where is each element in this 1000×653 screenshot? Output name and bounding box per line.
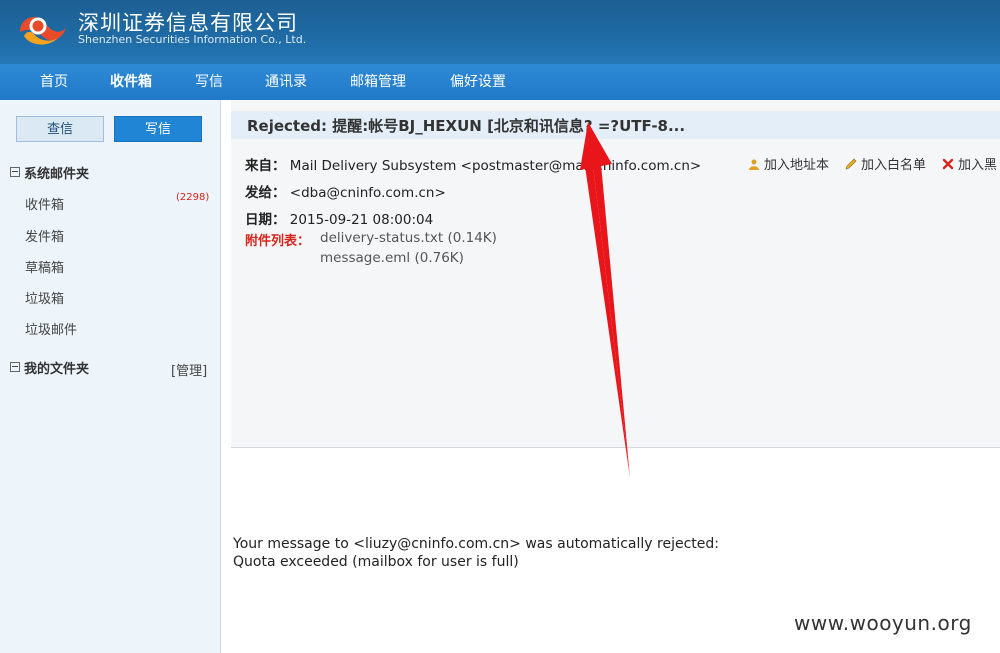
company-name-en: Shenzhen Securities Information Co., Ltd… xyxy=(78,33,307,46)
blacklist-x-icon xyxy=(942,158,954,170)
add-to-address-book-button[interactable]: 加入地址本 xyxy=(748,154,829,173)
sidebar: 查信 写信 系统邮件夹 收件箱 (2298) 发件箱 草稿箱 垃圾箱 垃圾邮件 … xyxy=(0,100,221,653)
from-label: 来自： xyxy=(245,158,286,174)
check-mail-button[interactable]: 查信 xyxy=(16,116,104,142)
folder-outbox[interactable]: 发件箱 xyxy=(25,226,64,245)
folder-trash[interactable]: 垃圾箱 xyxy=(25,288,64,307)
attachment-link[interactable]: delivery-status.txt (0.14K) xyxy=(320,230,497,246)
add-to-blacklist-label: 加入黑 xyxy=(958,158,998,173)
main-nav: 首页 收件箱 写信 通讯录 邮箱管理 偏好设置 xyxy=(0,64,1000,100)
folder-drafts[interactable]: 草稿箱 xyxy=(25,257,64,276)
collapse-icon[interactable] xyxy=(10,167,20,177)
manage-folders-link[interactable]: [管理] xyxy=(171,360,207,379)
my-folder-group[interactable]: 我的文件夹 xyxy=(10,358,89,377)
nav-preferences[interactable]: 偏好设置 xyxy=(450,64,506,100)
nav-contacts[interactable]: 通讯录 xyxy=(265,64,307,100)
date-value: 2015-09-21 08:00:04 xyxy=(289,212,434,228)
collapse-icon[interactable] xyxy=(10,362,20,372)
body-line: Quota exceeded (mailbox for user is full… xyxy=(233,554,519,570)
logo-icon xyxy=(20,17,66,45)
add-to-whitelist-label: 加入白名单 xyxy=(861,158,927,173)
date-row: 日期： 2015-09-21 08:00:04 xyxy=(245,208,433,228)
header-bar: 深圳证券信息有限公司 Shenzhen Securities Informati… xyxy=(0,0,1000,64)
my-folder-label: 我的文件夹 xyxy=(24,362,90,377)
date-label: 日期： xyxy=(245,212,286,228)
system-folder-group[interactable]: 系统邮件夹 xyxy=(10,163,89,182)
folder-spam[interactable]: 垃圾邮件 xyxy=(25,319,77,338)
folder-inbox[interactable]: 收件箱 xyxy=(25,194,64,213)
inbox-count-badge: (2298) xyxy=(176,192,210,203)
add-to-blacklist-button[interactable]: 加入黑 xyxy=(942,154,997,173)
add-to-address-book-label: 加入地址本 xyxy=(764,158,830,173)
nav-compose[interactable]: 写信 xyxy=(195,64,223,100)
mail-body: Your message to <liuzy@cninfo.com.cn> wa… xyxy=(233,535,719,571)
to-row: 发给： <dba@cninfo.com.cn> xyxy=(245,181,446,201)
body-line: Your message to <liuzy@cninfo.com.cn> wa… xyxy=(233,536,719,552)
whitelist-pencil-icon xyxy=(845,158,857,170)
attachments-label: 附件列表： xyxy=(245,234,311,249)
to-label: 发给： xyxy=(245,185,286,201)
add-to-whitelist-button[interactable]: 加入白名单 xyxy=(845,154,926,173)
write-mail-button[interactable]: 写信 xyxy=(114,116,202,142)
system-folder-label: 系统邮件夹 xyxy=(24,167,90,182)
to-value[interactable]: <dba@cninfo.com.cn> xyxy=(290,185,446,201)
attachment-link[interactable]: message.eml (0.76K) xyxy=(320,250,464,266)
nav-mailbox-settings[interactable]: 邮箱管理 xyxy=(350,64,406,100)
annotation-arrow-icon xyxy=(580,122,630,478)
watermark: www.wooyun.org xyxy=(794,611,972,635)
address-book-icon xyxy=(749,159,759,170)
nav-home[interactable]: 首页 xyxy=(40,64,68,100)
nav-inbox[interactable]: 收件箱 xyxy=(110,64,152,100)
